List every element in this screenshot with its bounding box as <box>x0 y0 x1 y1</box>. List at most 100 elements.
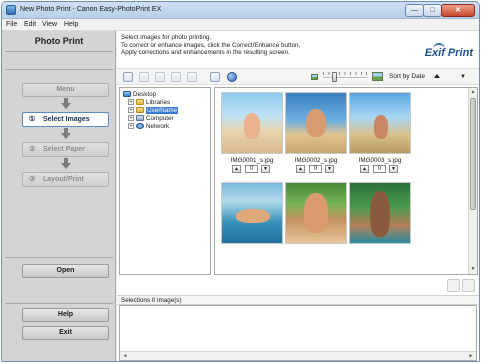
image-cell[interactable]: IMG0003_s.jpg ▲ 0 ▼ <box>349 90 411 174</box>
divider <box>5 69 113 70</box>
large-thumbnail-icon <box>372 72 383 81</box>
selections-scrollbar[interactable]: ◄ ► <box>120 351 476 360</box>
app-window: New Photo Print - Canon Easy-PhotoPrint … <box>1 1 480 362</box>
tree-node-username[interactable]: + UserName <box>128 107 179 115</box>
open-button[interactable]: Open <box>22 264 109 278</box>
image-thumbnail[interactable] <box>285 92 347 154</box>
remove-image-button[interactable] <box>447 279 460 292</box>
sort-dropdown-arrow[interactable]: ▼ <box>457 72 469 82</box>
folder-icon <box>136 99 144 106</box>
globe-icon[interactable] <box>227 72 237 82</box>
step-layout-print[interactable]: ③ Layout/Print <box>22 172 109 187</box>
scroll-down-icon[interactable]: ▼ <box>470 266 476 273</box>
decrease-copies-button[interactable]: ▼ <box>389 165 398 173</box>
remove-all-images-button[interactable] <box>462 279 475 292</box>
copies-value[interactable]: 0 <box>373 165 386 173</box>
tree-label: Computer <box>146 115 174 122</box>
image-cell[interactable] <box>349 180 411 264</box>
scanner-icon[interactable] <box>187 72 197 82</box>
maximize-button[interactable]: □ <box>423 4 442 17</box>
zoom-slider-ticks <box>323 72 367 75</box>
image-cell[interactable]: IMG0001_s.jpg ▲ 0 ▼ <box>221 90 283 174</box>
photo-subject <box>236 209 270 223</box>
scroll-up-icon[interactable]: ▲ <box>470 89 476 96</box>
expand-icon[interactable]: + <box>128 107 134 114</box>
step-select-images[interactable]: ① Select Images <box>22 112 109 127</box>
minimize-button[interactable]: — <box>405 4 424 17</box>
image-thumbnail[interactable] <box>221 92 283 154</box>
main-area: Select images for photo printing. To cor… <box>117 31 479 361</box>
close-button[interactable]: ✕ <box>441 4 475 17</box>
sort-ascending-icon[interactable] <box>434 74 440 78</box>
view-grid-icon[interactable] <box>139 72 149 82</box>
menu-edit[interactable]: Edit <box>24 21 36 28</box>
scroll-right-icon[interactable]: ► <box>467 352 475 360</box>
exit-button[interactable]: Exit <box>22 326 109 340</box>
view-thumbnails-icon[interactable] <box>123 72 133 82</box>
photo-subject <box>370 191 390 237</box>
image-cell[interactable] <box>285 180 347 264</box>
selections-area: ◄ ► <box>119 305 477 361</box>
increase-copies-button[interactable]: ▲ <box>360 165 369 173</box>
image-toolbar: Sort by Date ▼ <box>117 68 479 85</box>
copies-value[interactable]: 0 <box>245 165 258 173</box>
tree-node-computer[interactable]: + Computer <box>128 115 174 123</box>
settings-icon[interactable] <box>210 72 220 82</box>
step-number: ① <box>29 116 36 123</box>
decrease-copies-button[interactable]: ▼ <box>325 165 334 173</box>
image-thumbnail[interactable] <box>285 182 347 244</box>
copies-value[interactable]: 0 <box>309 165 322 173</box>
tree-node-libraries[interactable]: + Libraries <box>128 99 170 107</box>
tree-node-desktop[interactable]: Desktop <box>123 91 156 99</box>
expand-icon[interactable]: + <box>128 99 134 106</box>
tree-label: UserName <box>146 107 179 114</box>
divider <box>5 257 113 258</box>
menu-help[interactable]: Help <box>64 21 78 28</box>
menu-file[interactable]: File <box>6 21 17 28</box>
menu-bar: File Edit View Help <box>2 19 479 31</box>
help-button[interactable]: Help <box>22 308 109 322</box>
image-cell[interactable] <box>221 180 283 264</box>
copies-stepper[interactable]: ▲ 0 ▼ <box>296 165 336 174</box>
app-icon <box>6 5 16 15</box>
increase-copies-button[interactable]: ▲ <box>296 165 305 173</box>
sort-select[interactable]: Sort by Date <box>386 71 454 83</box>
image-thumbnail[interactable] <box>349 92 411 154</box>
step-label: Layout/Print <box>43 176 84 183</box>
tree-label: Desktop <box>133 91 157 98</box>
zoom-slider-handle[interactable] <box>332 72 337 82</box>
expand-icon[interactable]: + <box>128 115 134 122</box>
step-select-paper[interactable]: ② Select Paper <box>22 142 109 157</box>
copies-stepper[interactable]: ▲ 0 ▼ <box>232 165 272 174</box>
flow-arrow-icon <box>61 158 71 169</box>
tree-node-network[interactable]: + Network <box>128 123 169 131</box>
step-number: ③ <box>29 176 36 183</box>
correct-enhance-icon[interactable] <box>155 72 165 82</box>
instruction-line: Select images for photo printing. <box>121 34 212 41</box>
expand-icon[interactable]: + <box>128 123 134 130</box>
menu-view[interactable]: View <box>42 21 57 28</box>
copies-stepper[interactable]: ▲ 0 ▼ <box>360 165 400 174</box>
photo-subject <box>304 193 328 233</box>
menu-button[interactable]: Menu <box>22 83 109 97</box>
eraser-icon[interactable] <box>171 72 181 82</box>
flow-arrow-icon <box>61 98 71 109</box>
image-thumbnail[interactable] <box>349 182 411 244</box>
image-cell[interactable]: IMG0002_s.jpg ▲ 0 ▼ <box>285 90 347 174</box>
flow-arrow-icon <box>61 128 71 139</box>
instruction-line: To correct or enhance images, click the … <box>121 41 301 49</box>
scroll-left-icon[interactable]: ◄ <box>121 352 129 360</box>
zoom-slider-track[interactable] <box>323 77 367 79</box>
decrease-copies-button[interactable]: ▼ <box>261 165 270 173</box>
step-label: Select Images <box>43 116 90 123</box>
image-thumbnail[interactable] <box>221 182 283 244</box>
image-grid-scrollbar[interactable]: ▲ ▼ <box>468 88 477 274</box>
divider <box>5 51 113 52</box>
scroll-thumb[interactable] <box>470 98 476 210</box>
divider <box>5 303 113 304</box>
image-grid: IMG0001_s.jpg ▲ 0 ▼ IMG0002_s.jpg ▲ 0 ▼ <box>214 87 478 275</box>
panel-title: Photo Print <box>34 36 84 46</box>
photo-subject <box>374 115 388 139</box>
step-number: ② <box>29 146 36 153</box>
increase-copies-button[interactable]: ▲ <box>232 165 241 173</box>
